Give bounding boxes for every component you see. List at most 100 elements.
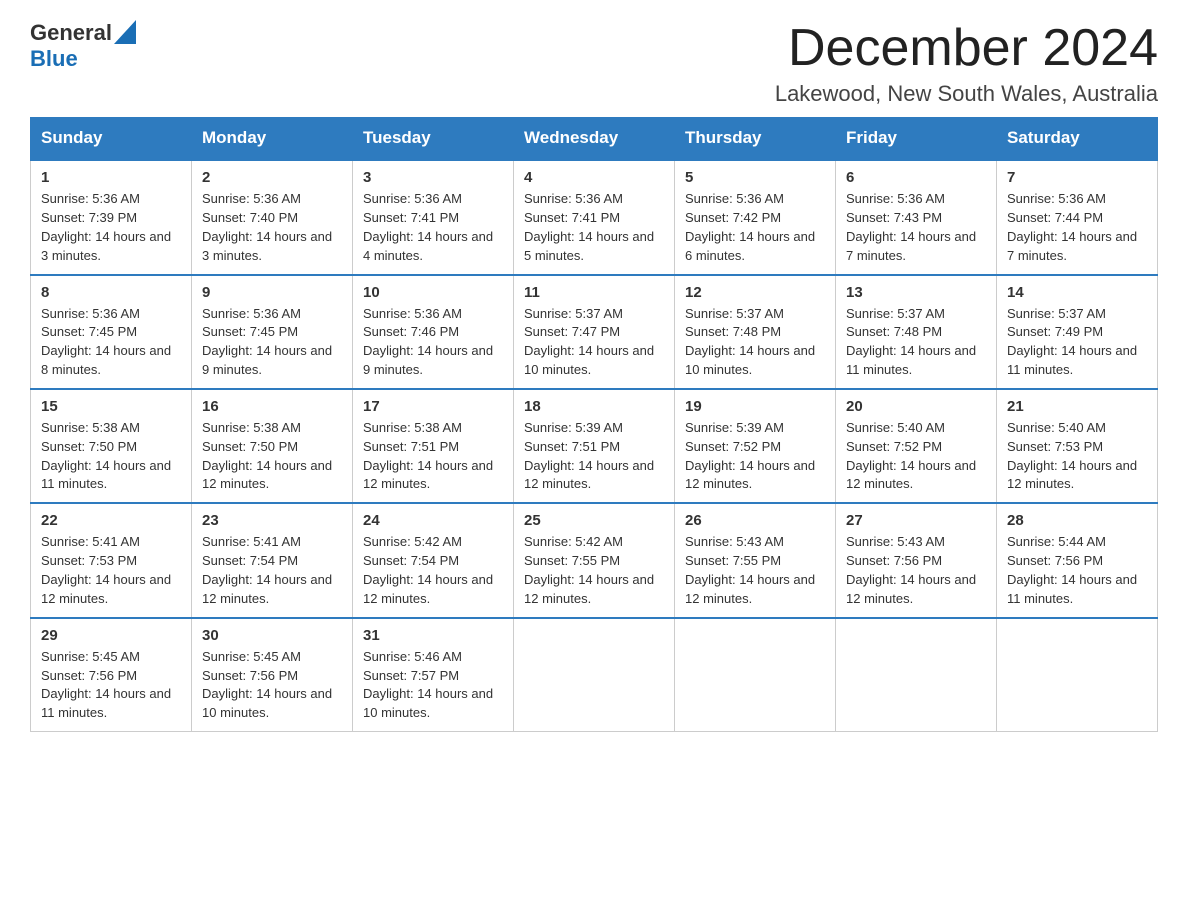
calendar-week-row: 22 Sunrise: 5:41 AMSunset: 7:53 PMDayligh…	[31, 503, 1158, 617]
day-number: 22	[41, 512, 181, 529]
logo-general-text: General	[30, 20, 112, 46]
day-number: 16	[202, 398, 342, 415]
table-row: 23Sunrise: 5:41 AMSunset: 7:54 PMDayligh…	[192, 503, 353, 617]
day-info: Sunrise: 5:37 AMSunset: 7:48 PMDaylight:…	[846, 305, 986, 380]
table-row: 21Sunrise: 5:40 AMSunset: 7:53 PMDayligh…	[997, 389, 1158, 503]
day-info: Sunrise: 5:39 AMSunset: 7:52 PMDaylight:…	[685, 419, 825, 494]
table-row: 14 Sunrise: 5:37 AMSunset: 7:49 PMDayligh…	[997, 275, 1158, 389]
table-row: 30 Sunrise: 5:45 AMSunset: 7:56 PMDayligh…	[192, 618, 353, 732]
page-header: General Blue December 2024 Lakewood, New…	[30, 20, 1158, 107]
day-info: Sunrise: 5:43 AMSunset: 7:56 PMDaylight:…	[846, 533, 986, 608]
table-row: 5 Sunrise: 5:36 AMSunset: 7:42 PMDaylight…	[675, 160, 836, 275]
logo-triangle-icon	[114, 20, 136, 44]
day-info: Sunrise: 5:36 AMSunset: 7:41 PMDaylight:…	[524, 190, 664, 265]
calendar-table: Sunday Monday Tuesday Wednesday Thursday…	[30, 117, 1158, 732]
calendar-week-row: 8 Sunrise: 5:36 AMSunset: 7:45 PMDaylight…	[31, 275, 1158, 389]
day-number: 12	[685, 284, 825, 301]
day-info: Sunrise: 5:36 AMSunset: 7:39 PMDaylight:…	[41, 190, 181, 265]
day-number: 18	[524, 398, 664, 415]
table-row	[514, 618, 675, 732]
table-row: 11 Sunrise: 5:37 AMSunset: 7:47 PMDayligh…	[514, 275, 675, 389]
day-info: Sunrise: 5:42 AMSunset: 7:54 PMDaylight:…	[363, 533, 503, 608]
table-row: 17 Sunrise: 5:38 AMSunset: 7:51 PMDayligh…	[353, 389, 514, 503]
day-number: 3	[363, 169, 503, 186]
day-info: Sunrise: 5:44 AMSunset: 7:56 PMDaylight:…	[1007, 533, 1147, 608]
day-number: 20	[846, 398, 986, 415]
day-info: Sunrise: 5:42 AMSunset: 7:55 PMDaylight:…	[524, 533, 664, 608]
day-number: 25	[524, 512, 664, 529]
table-row: 24 Sunrise: 5:42 AMSunset: 7:54 PMDayligh…	[353, 503, 514, 617]
col-saturday: Saturday	[997, 118, 1158, 160]
table-row: 27Sunrise: 5:43 AMSunset: 7:56 PMDayligh…	[836, 503, 997, 617]
table-row: 7 Sunrise: 5:36 AMSunset: 7:44 PMDaylight…	[997, 160, 1158, 275]
table-row	[997, 618, 1158, 732]
table-row	[836, 618, 997, 732]
col-friday: Friday	[836, 118, 997, 160]
calendar-week-row: 1 Sunrise: 5:36 AMSunset: 7:39 PMDaylight…	[31, 160, 1158, 275]
day-info: Sunrise: 5:45 AMSunset: 7:56 PMDaylight:…	[202, 648, 342, 723]
day-number: 29	[41, 627, 181, 644]
day-info: Sunrise: 5:37 AMSunset: 7:47 PMDaylight:…	[524, 305, 664, 380]
day-number: 24	[363, 512, 503, 529]
day-info: Sunrise: 5:36 AMSunset: 7:44 PMDaylight:…	[1007, 190, 1147, 265]
day-number: 11	[524, 284, 664, 301]
day-info: Sunrise: 5:43 AMSunset: 7:55 PMDaylight:…	[685, 533, 825, 608]
day-number: 14	[1007, 284, 1147, 301]
day-number: 31	[363, 627, 503, 644]
table-row: 29 Sunrise: 5:45 AMSunset: 7:56 PMDayligh…	[31, 618, 192, 732]
day-info: Sunrise: 5:46 AMSunset: 7:57 PMDaylight:…	[363, 648, 503, 723]
table-row: 25 Sunrise: 5:42 AMSunset: 7:55 PMDayligh…	[514, 503, 675, 617]
day-info: Sunrise: 5:38 AMSunset: 7:50 PMDaylight:…	[41, 419, 181, 494]
location-subtitle: Lakewood, New South Wales, Australia	[775, 81, 1158, 107]
table-row: 20 Sunrise: 5:40 AMSunset: 7:52 PMDayligh…	[836, 389, 997, 503]
day-number: 2	[202, 169, 342, 186]
day-info: Sunrise: 5:38 AMSunset: 7:51 PMDaylight:…	[363, 419, 503, 494]
month-title: December 2024	[775, 20, 1158, 77]
table-row	[675, 618, 836, 732]
day-number: 8	[41, 284, 181, 301]
table-row: 16 Sunrise: 5:38 AMSunset: 7:50 PMDayligh…	[192, 389, 353, 503]
table-row: 10Sunrise: 5:36 AMSunset: 7:46 PMDayligh…	[353, 275, 514, 389]
day-info: Sunrise: 5:37 AMSunset: 7:49 PMDaylight:…	[1007, 305, 1147, 380]
day-number: 19	[685, 398, 825, 415]
day-number: 4	[524, 169, 664, 186]
col-tuesday: Tuesday	[353, 118, 514, 160]
table-row: 12 Sunrise: 5:37 AMSunset: 7:48 PMDayligh…	[675, 275, 836, 389]
col-sunday: Sunday	[31, 118, 192, 160]
calendar-week-row: 29 Sunrise: 5:45 AMSunset: 7:56 PMDayligh…	[31, 618, 1158, 732]
day-number: 10	[363, 284, 503, 301]
day-info: Sunrise: 5:36 AMSunset: 7:42 PMDaylight:…	[685, 190, 825, 265]
logo: General Blue	[30, 20, 136, 72]
day-number: 28	[1007, 512, 1147, 529]
table-row: 22 Sunrise: 5:41 AMSunset: 7:53 PMDayligh…	[31, 503, 192, 617]
table-row: 26 Sunrise: 5:43 AMSunset: 7:55 PMDayligh…	[675, 503, 836, 617]
day-info: Sunrise: 5:41 AMSunset: 7:53 PMDaylight:…	[41, 533, 181, 608]
day-number: 13	[846, 284, 986, 301]
day-info: Sunrise: 5:36 AMSunset: 7:43 PMDaylight:…	[846, 190, 986, 265]
logo-blue-text: Blue	[30, 46, 78, 71]
day-number: 1	[41, 169, 181, 186]
day-number: 17	[363, 398, 503, 415]
day-number: 15	[41, 398, 181, 415]
day-number: 30	[202, 627, 342, 644]
day-number: 7	[1007, 169, 1147, 186]
day-info: Sunrise: 5:36 AMSunset: 7:45 PMDaylight:…	[202, 305, 342, 380]
day-info: Sunrise: 5:39 AMSunset: 7:51 PMDaylight:…	[524, 419, 664, 494]
day-number: 26	[685, 512, 825, 529]
day-info: Sunrise: 5:36 AMSunset: 7:41 PMDaylight:…	[363, 190, 503, 265]
day-number: 5	[685, 169, 825, 186]
day-info: Sunrise: 5:40 AMSunset: 7:52 PMDaylight:…	[846, 419, 986, 494]
table-row: 15 Sunrise: 5:38 AMSunset: 7:50 PMDayligh…	[31, 389, 192, 503]
col-thursday: Thursday	[675, 118, 836, 160]
day-info: Sunrise: 5:45 AMSunset: 7:56 PMDaylight:…	[41, 648, 181, 723]
table-row: 2Sunrise: 5:36 AMSunset: 7:40 PMDaylight…	[192, 160, 353, 275]
day-number: 6	[846, 169, 986, 186]
day-number: 21	[1007, 398, 1147, 415]
table-row: 13 Sunrise: 5:37 AMSunset: 7:48 PMDayligh…	[836, 275, 997, 389]
day-info: Sunrise: 5:36 AMSunset: 7:45 PMDaylight:…	[41, 305, 181, 380]
title-section: December 2024 Lakewood, New South Wales,…	[775, 20, 1158, 107]
day-info: Sunrise: 5:37 AMSunset: 7:48 PMDaylight:…	[685, 305, 825, 380]
day-info: Sunrise: 5:41 AMSunset: 7:54 PMDaylight:…	[202, 533, 342, 608]
table-row: 6 Sunrise: 5:36 AMSunset: 7:43 PMDaylight…	[836, 160, 997, 275]
day-info: Sunrise: 5:38 AMSunset: 7:50 PMDaylight:…	[202, 419, 342, 494]
